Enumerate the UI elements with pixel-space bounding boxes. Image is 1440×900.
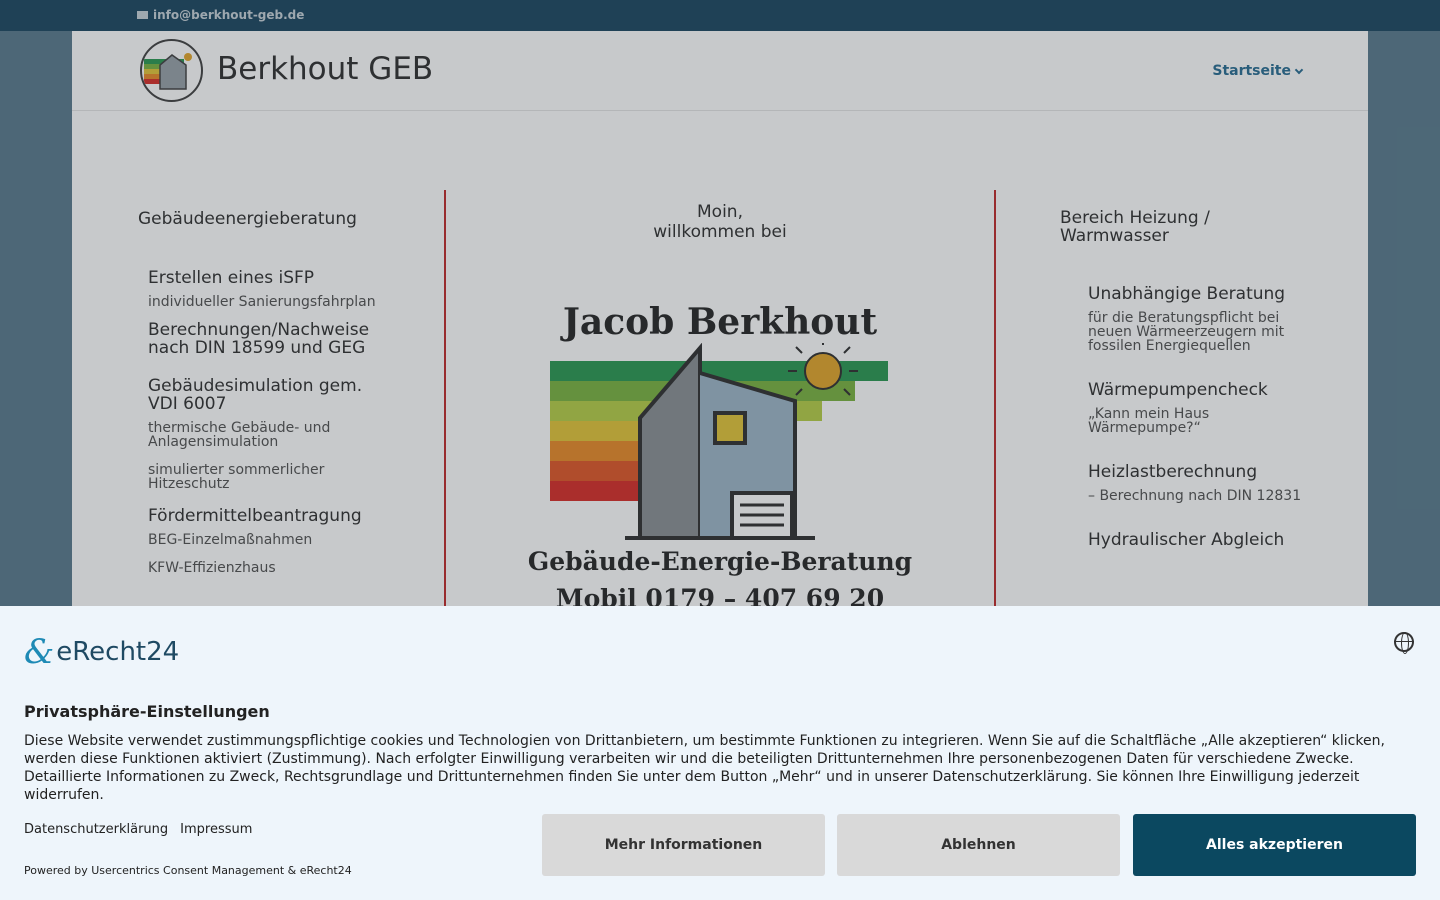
privacy-policy-link[interactable]: Datenschutzerklärung: [24, 822, 168, 837]
accept-all-button[interactable]: Alles akzeptieren: [1133, 814, 1416, 876]
more-info-button[interactable]: Mehr Informationen: [542, 814, 825, 876]
consent-text: Diese Website verwendet zustimmungspflic…: [24, 733, 1385, 803]
imprint-link[interactable]: Impressum: [180, 822, 252, 837]
erecht24-logo-text: eRecht24: [56, 637, 180, 667]
consent-title: Privatsphäre-Einstellungen: [24, 702, 270, 721]
decline-button[interactable]: Ablehnen: [837, 814, 1120, 876]
erecht24-logo-icon: &: [24, 632, 55, 672]
cookie-consent-panel: & eRecht24 Privatsphäre-Einstellungen Di…: [0, 606, 1440, 900]
language-globe-icon[interactable]: [1394, 632, 1414, 654]
consent-links: Datenschutzerklärung Impressum: [24, 822, 252, 837]
powered-by-text: Powered by Usercentrics Consent Manageme…: [24, 864, 352, 877]
erecht24-logo: & eRecht24: [24, 632, 179, 672]
